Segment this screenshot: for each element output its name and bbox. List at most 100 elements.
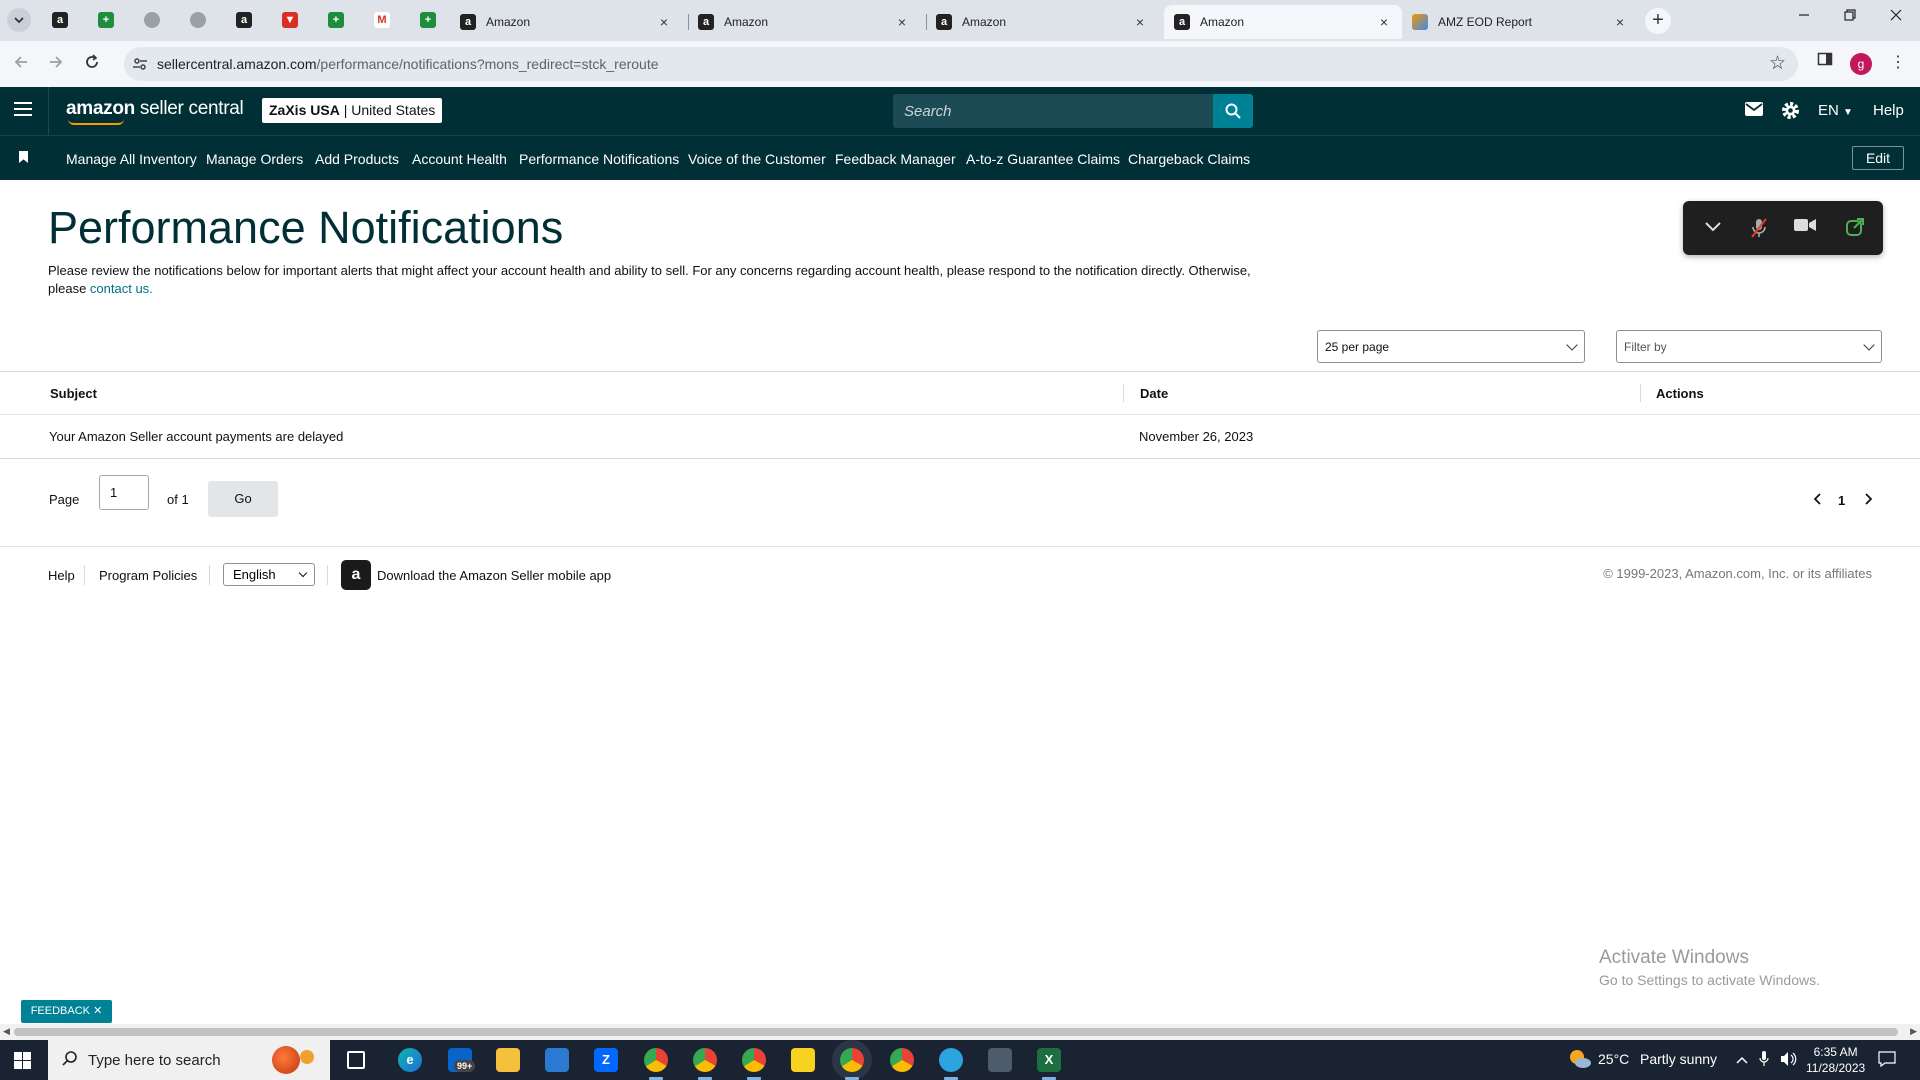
chrome-profile-3-icon[interactable] [890, 1048, 914, 1072]
tab-amz-eod-report[interactable]: AMZ EOD Report × [1402, 5, 1638, 39]
new-tab-button[interactable]: + [1645, 8, 1671, 34]
prev-page-button[interactable] [1813, 493, 1822, 508]
back-button[interactable] [9, 52, 33, 76]
browser-menu-icon[interactable]: ⋮ [1886, 51, 1910, 75]
taskbar-search-input[interactable]: Type here to search [88, 1052, 221, 1069]
weather-desc[interactable]: Partly sunny [1640, 1051, 1717, 1067]
url-text[interactable]: sellercentral.amazon.com/performance/not… [157, 56, 659, 72]
notifications-icon[interactable] [1878, 1051, 1896, 1070]
next-page-button[interactable] [1864, 493, 1873, 508]
site-info-icon[interactable] [132, 56, 148, 75]
profile-avatar[interactable]: g [1850, 53, 1872, 75]
bookmark-star-icon[interactable]: ☆ [1769, 52, 1786, 75]
tab-amazon-1[interactable]: a Amazon × [450, 5, 682, 39]
pinned-tab-sheets-3[interactable]: + [410, 7, 446, 33]
scrollbar-thumb[interactable] [14, 1028, 1898, 1036]
page-number-input[interactable]: 1 [99, 475, 149, 510]
close-icon[interactable]: × [656, 14, 672, 30]
close-window-button[interactable] [1876, 8, 1916, 32]
close-icon[interactable]: × [1376, 14, 1392, 30]
edit-nav-button[interactable]: Edit [1852, 146, 1904, 170]
excel-icon[interactable]: X [1037, 1048, 1061, 1072]
feedback-button[interactable]: FEEDBACK ✕ [21, 1000, 112, 1023]
telegram-icon[interactable] [939, 1048, 963, 1072]
nav-add-products[interactable]: Add Products [315, 151, 399, 167]
close-icon[interactable]: ✕ [93, 1005, 102, 1017]
amazon-seller-app-icon[interactable]: a [341, 560, 371, 590]
horizontal-scrollbar[interactable]: ◀ ▶ [0, 1024, 1920, 1040]
per-page-select[interactable]: 25 per page [1317, 330, 1585, 363]
address-bar[interactable]: sellercentral.amazon.com/performance/not… [124, 47, 1798, 81]
notification-subject-link[interactable]: Your Amazon Seller account payments are … [49, 429, 343, 444]
pinned-tab-sheets-2[interactable]: + [318, 7, 354, 33]
reload-button[interactable] [80, 52, 104, 76]
nav-voice-of-the-customer[interactable]: Voice of the Customer [688, 151, 826, 167]
tab-amazon-3[interactable]: a Amazon × [926, 5, 1158, 39]
microsoft-store-icon[interactable] [545, 1048, 569, 1072]
taskbar-clock[interactable]: 6:35 AM 11/28/2023 [1806, 1044, 1865, 1076]
column-header-date[interactable]: Date [1140, 386, 1168, 401]
scroll-left-arrow-icon[interactable]: ◀ [3, 1026, 10, 1037]
forward-button[interactable] [44, 52, 68, 76]
task-view-icon[interactable] [347, 1051, 365, 1069]
nav-account-health[interactable]: Account Health [412, 151, 507, 167]
nav-feedback-manager[interactable]: Feedback Manager [835, 151, 956, 167]
taskbar-search[interactable]: Type here to search [48, 1040, 330, 1080]
nav-a-to-z-guarantee-claims[interactable]: A-to-z Guarantee Claims [966, 151, 1120, 167]
mail-icon[interactable] [1745, 102, 1763, 121]
nav-manage-all-inventory[interactable]: Manage All Inventory [66, 151, 197, 167]
zalo-icon[interactable]: Z [594, 1048, 618, 1072]
pinned-tab-amazon-2[interactable]: a [226, 7, 262, 33]
edge-icon[interactable]: e [398, 1048, 422, 1072]
tab-amazon-2[interactable]: a Amazon × [688, 5, 920, 39]
side-panel-icon[interactable] [1813, 51, 1837, 75]
weather-temp[interactable]: 25°C [1598, 1051, 1629, 1067]
nav-performance-notifications[interactable]: Performance Notifications [519, 151, 679, 167]
footer-language-select[interactable]: English [223, 563, 315, 586]
settings-gear-icon[interactable] [1781, 101, 1800, 125]
go-button[interactable]: Go [208, 481, 278, 517]
scroll-right-arrow-icon[interactable]: ▶ [1910, 1026, 1917, 1037]
close-icon[interactable]: × [1612, 14, 1628, 30]
pinned-tab-amazon[interactable]: a [42, 7, 78, 33]
microphone-icon[interactable] [1759, 1051, 1769, 1070]
chrome-active-icon[interactable] [840, 1048, 864, 1072]
close-icon[interactable]: × [894, 14, 910, 30]
mic-muted-icon[interactable] [1747, 217, 1771, 241]
pop-out-icon[interactable] [1843, 217, 1867, 241]
account-switcher[interactable]: ZaXis USA | United States [262, 98, 443, 123]
pinned-tab-sheets[interactable]: + [88, 7, 124, 33]
windows-start-icon[interactable] [14, 1052, 31, 1069]
chrome-profile-2-icon[interactable] [742, 1048, 766, 1072]
seller-central-logo[interactable]: amazon seller central [66, 98, 244, 125]
page-number-current[interactable]: 1 [1838, 493, 1845, 508]
search-box[interactable]: Search [893, 94, 1253, 128]
collapse-chevron-icon[interactable] [1701, 217, 1725, 241]
file-explorer-icon[interactable] [496, 1048, 520, 1072]
tab-amazon-active[interactable]: a Amazon × [1164, 5, 1402, 39]
chrome-icon[interactable] [644, 1048, 668, 1072]
volume-icon[interactable] [1780, 1051, 1798, 1070]
pinned-tab-gmail[interactable]: M [364, 7, 400, 33]
camera-icon[interactable] [1793, 217, 1817, 241]
restore-button[interactable] [1830, 8, 1870, 32]
weather-icon[interactable] [1568, 1048, 1592, 1073]
nav-manage-orders[interactable]: Manage Orders [206, 151, 303, 167]
help-link[interactable]: Help [1873, 102, 1904, 119]
pinned-tab-red[interactable]: ▼ [272, 7, 308, 33]
search-button[interactable] [1213, 94, 1253, 128]
contact-us-link[interactable]: contact us. [90, 281, 153, 296]
tray-chevron-up-icon[interactable] [1736, 1051, 1748, 1067]
footer-program-policies-link[interactable]: Program Policies [99, 568, 197, 583]
close-icon[interactable]: × [1132, 14, 1148, 30]
chrome-profile-icon[interactable] [693, 1048, 717, 1072]
filter-select[interactable]: Filter by [1616, 330, 1882, 363]
hamburger-menu-icon[interactable] [14, 102, 32, 120]
nav-chargeback-claims[interactable]: Chargeback Claims [1128, 151, 1250, 167]
mail-app-icon[interactable]: 99+ [448, 1048, 476, 1072]
language-selector[interactable]: EN ▼ [1818, 102, 1853, 119]
search-input[interactable]: Search [904, 103, 952, 120]
download-app-link[interactable]: Download the Amazon Seller mobile app [377, 568, 611, 583]
tab-search-button[interactable] [7, 8, 31, 32]
bookmark-icon[interactable] [19, 151, 28, 163]
